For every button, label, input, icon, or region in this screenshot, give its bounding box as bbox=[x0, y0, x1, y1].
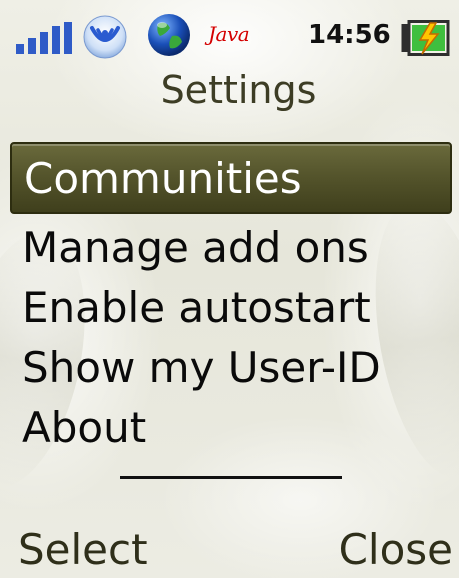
status-bar: Java 14:56 bbox=[0, 0, 459, 68]
menu-item-communities[interactable]: Communities bbox=[10, 142, 452, 214]
globe-icon bbox=[148, 14, 190, 56]
clock: 14:56 bbox=[308, 20, 391, 50]
signal-strength-icon bbox=[16, 22, 72, 54]
select-softkey[interactable]: Select bbox=[18, 522, 148, 578]
menu-item-manage-add-ons[interactable]: Manage add ons bbox=[10, 218, 452, 278]
menu-item-show-user-id[interactable]: Show my User-ID bbox=[10, 338, 452, 398]
softkey-divider bbox=[120, 476, 342, 479]
battery-charging-icon bbox=[401, 20, 450, 56]
settings-menu: Communities Manage add ons Enable autost… bbox=[10, 142, 452, 458]
phone-screen: Java 14:56 Settings Communities Manage a… bbox=[0, 0, 459, 578]
menu-item-enable-autostart[interactable]: Enable autostart bbox=[10, 278, 452, 338]
page-title: Settings bbox=[160, 68, 317, 112]
wireless-icon bbox=[83, 15, 127, 59]
java-indicator: Java bbox=[208, 22, 250, 46]
close-softkey[interactable]: Close bbox=[339, 522, 453, 578]
menu-item-about[interactable]: About bbox=[10, 398, 452, 458]
